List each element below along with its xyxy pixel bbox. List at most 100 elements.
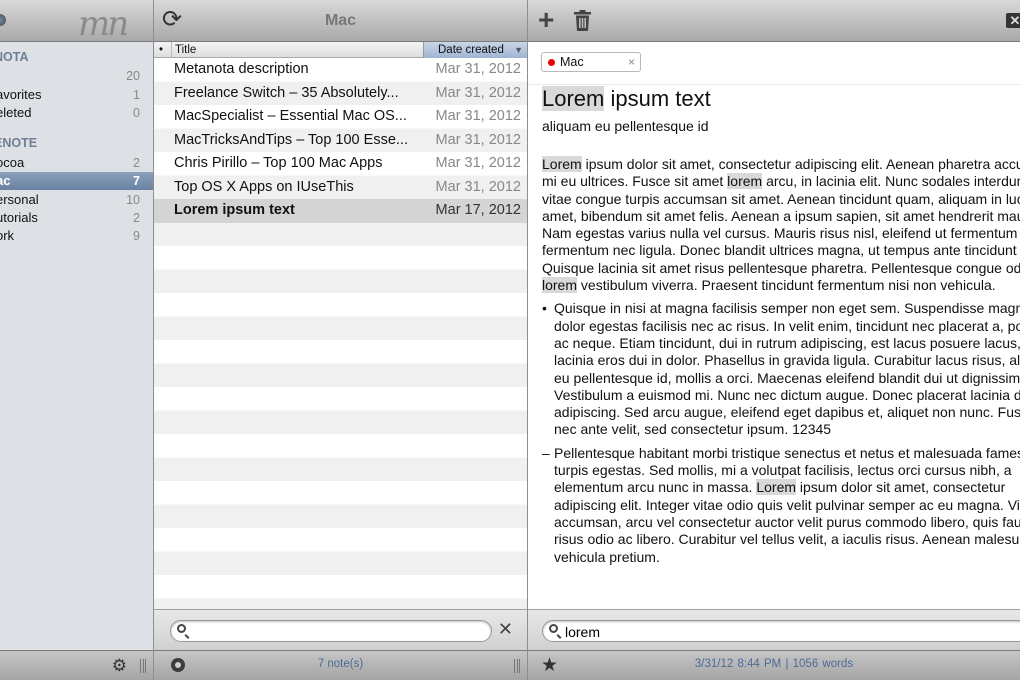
paragraph-text: vestibulum viverra. Praesent tincidunt f… <box>577 277 996 294</box>
sidebar-item-tutorials[interactable]: utorials 2 <box>0 209 153 227</box>
app-icon[interactable] <box>0 14 6 26</box>
note-date: Mar 31, 2012 <box>435 155 521 171</box>
sidebar-item-count: 10 <box>126 193 140 207</box>
notebook-title: Mac <box>324 12 357 29</box>
sidebar-item-cocoa[interactable]: ocoa 2 <box>0 154 153 172</box>
resize-grip-icon[interactable] <box>140 659 146 673</box>
list-item-text: Quisque in nisi at magna facilisis sempe… <box>554 300 1020 438</box>
note-title: Metanota description <box>174 61 309 77</box>
sidebar: mn NOTA l 20 avorites 1 eleted 0 ENOTE o… <box>0 0 154 680</box>
sidebar-item-label: eleted <box>0 105 32 120</box>
sidebar-item-count: 20 <box>126 69 140 83</box>
table-row-selected[interactable]: Lorem ipsum text Mar 17, 2012 <box>154 199 527 223</box>
clear-search-icon[interactable]: ✕ <box>498 619 513 640</box>
editor-pane: + ✕ Mac × Lorem ipsum text aliquam eu pe… <box>528 0 1020 680</box>
sidebar-item-mac[interactable]: ac 7 <box>0 172 153 190</box>
sidebar-item-count: 2 <box>133 156 140 170</box>
sidebar-item-count: 0 <box>133 106 140 120</box>
sidebar-item-favorites[interactable]: avorites 1 <box>0 86 153 104</box>
column-date-label: Date created <box>438 44 504 56</box>
search-icon <box>549 624 558 633</box>
sidebar-item-count: 9 <box>133 229 140 243</box>
note-title: Top OS X Apps on IUseThis <box>174 178 354 195</box>
editor-searchbar <box>528 609 1020 650</box>
sidebar-item-count: 7 <box>133 174 140 188</box>
sidebar-item-label: ocoa <box>0 155 25 170</box>
table-row[interactable]: MacSpecialist – Essential Mac OS... Mar … <box>154 105 527 129</box>
trash-icon[interactable] <box>574 10 591 31</box>
bullet-marker: • <box>542 300 547 317</box>
column-date-created[interactable]: Date created ▼ <box>423 42 527 58</box>
note-table: Metanota description Mar 31, 2012 Freela… <box>154 58 527 609</box>
search-highlight: lorem <box>727 173 763 190</box>
note-date: Mar 17, 2012 <box>435 202 521 218</box>
list-toolbar: ⟳ Mac <box>154 0 527 42</box>
note-count: 7 note(s) <box>317 658 364 670</box>
remove-tag-icon[interactable]: × <box>628 53 635 71</box>
table-row[interactable]: Freelance Switch – 35 Absolutely... Mar … <box>154 82 527 106</box>
paragraph: Lorem ipsum dolor sit amet, consectetur … <box>542 156 1020 294</box>
note-title: MacTricksAndTips – Top 100 Esse... <box>174 131 408 148</box>
search-highlight: lorem <box>542 277 578 294</box>
search-highlight: Lorem <box>542 156 582 172</box>
note-title: MacSpecialist – Essential Mac OS... <box>174 108 407 124</box>
list-searchbar: ✕ <box>154 609 527 650</box>
tag-area[interactable]: Mac × <box>528 42 1020 85</box>
dash-marker: – <box>542 444 550 461</box>
sidebar-toolbar: mn <box>0 0 153 44</box>
note-title: Lorem ipsum text <box>174 202 295 218</box>
sidebar-item-label: ersonal <box>0 192 39 207</box>
table-row[interactable]: Chris Pirillo – Top 100 Mac Apps Mar 31,… <box>154 152 527 176</box>
sidebar-item-count: 2 <box>133 211 140 225</box>
sidebar-item-deleted[interactable]: eleted 0 <box>0 104 153 122</box>
note-date: Mar 31, 2012 <box>435 61 521 77</box>
sidebar-item-label: ork <box>0 228 15 243</box>
column-header: • Title Date created ▼ <box>154 42 527 58</box>
note-date: Mar 31, 2012 <box>435 178 521 195</box>
note-list-pane: ⟳ Mac • Title Date created ▼ Metanota des… <box>154 0 528 680</box>
editor-find-field[interactable] <box>542 620 1020 642</box>
note-metadata: 3/31/12 8:44 PM | 1056 words <box>694 658 854 670</box>
column-title[interactable]: Title <box>171 42 196 58</box>
note-body[interactable]: Lorem ipsum text aliquam eu pellentesque… <box>542 84 1020 609</box>
sidebar-item-label: ac <box>0 173 11 188</box>
app-logo: mn <box>78 4 129 44</box>
sidebar-item-personal[interactable]: ersonal 10 <box>0 191 153 209</box>
list-item: • Quisque in nisi at magna facilisis semp… <box>542 300 1020 438</box>
note-heading-text: ipsum text <box>604 86 711 111</box>
list-bottombar: 7 note(s) <box>154 650 527 680</box>
search-icon <box>177 624 186 633</box>
list-item: – Pellentesque habitant morbi tristique s… <box>542 445 1020 566</box>
sidebar-item-count: 1 <box>133 88 140 102</box>
note-title: Chris Pirillo – Top 100 Mac Apps <box>174 155 383 171</box>
column-bullet[interactable]: • <box>159 42 163 58</box>
tag-label: Mac <box>560 55 584 69</box>
add-note-icon[interactable]: + <box>538 6 554 34</box>
search-highlight: Lorem <box>542 86 605 111</box>
tag-chip[interactable]: Mac × <box>541 52 641 72</box>
table-row[interactable]: MacTricksAndTips – Top 100 Esse... Mar 3… <box>154 129 527 153</box>
note-title: Freelance Switch – 35 Absolutely... <box>174 84 399 101</box>
list-search-input[interactable] <box>191 622 495 642</box>
tag-color-dot <box>548 59 555 66</box>
resize-grip-icon[interactable] <box>514 659 520 673</box>
note-subtitle: aliquam eu pellentesque id <box>542 118 709 134</box>
table-row[interactable]: Top OS X Apps on IUseThis Mar 31, 2012 <box>154 176 527 200</box>
editor-toolbar: + ✕ <box>528 0 1020 42</box>
gear-icon[interactable]: ⚙ <box>112 656 127 676</box>
group-title-metanota: NOTA <box>0 50 29 64</box>
note-date: Mar 31, 2012 <box>435 108 521 124</box>
note-date: Mar 31, 2012 <box>435 131 521 148</box>
list-search-field[interactable] <box>170 620 495 642</box>
sidebar-item-label: utorials <box>0 210 38 225</box>
table-row[interactable]: Metanota description Mar 31, 2012 <box>154 58 527 82</box>
group-title-evernote: ENOTE <box>0 136 38 150</box>
editor-bottombar: ★ 3/31/12 8:44 PM | 1056 words <box>528 650 1020 680</box>
search-highlight: Lorem <box>756 479 797 496</box>
sidebar-item-all[interactable]: l 20 <box>0 67 153 85</box>
close-editor-icon[interactable]: ✕ <box>1006 13 1020 28</box>
note-heading: Lorem ipsum text <box>542 86 1020 112</box>
sidebar-item-work[interactable]: ork 9 <box>0 227 153 245</box>
sidebar-bottombar: ⚙ <box>0 650 153 680</box>
editor-find-input[interactable] <box>563 622 967 642</box>
